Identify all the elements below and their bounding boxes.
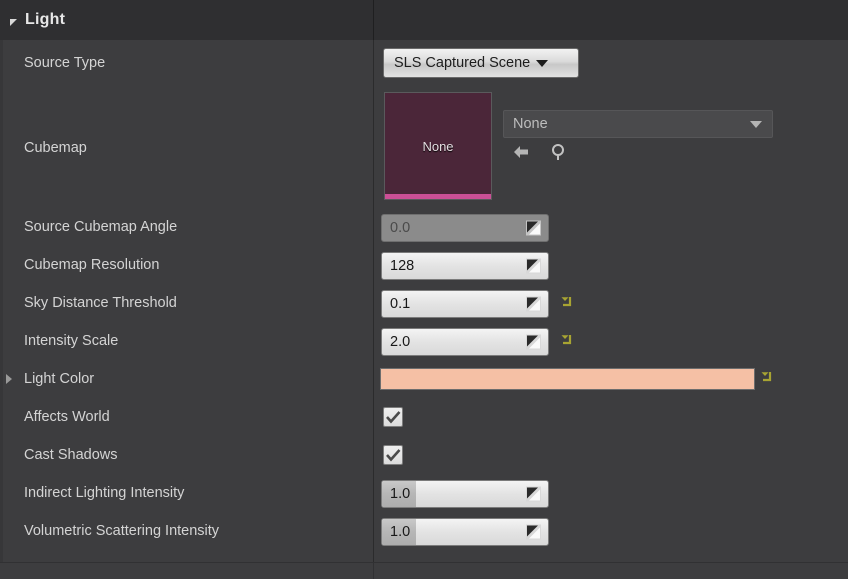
table-row: Intensity Scale 2.0 <box>0 322 848 360</box>
table-row: Source Type SLS Captured Scene <box>0 40 848 86</box>
table-row: Cast Shadows <box>0 436 848 474</box>
row-label-source-cubemap-angle: Source Cubemap Angle <box>24 219 178 235</box>
table-row: Source Cubemap Angle 0.0 <box>0 208 848 246</box>
header-column-divider <box>373 0 374 40</box>
cast-shadows-checkbox[interactable] <box>383 445 403 465</box>
drag-spinner-icon <box>526 220 541 236</box>
intensity-scale-input[interactable]: 2.0 <box>381 328 549 356</box>
row-label-cubemap-resolution: Cubemap Resolution <box>24 257 160 273</box>
cubemap-asset-picker[interactable]: None <box>503 110 773 138</box>
light-color-swatch[interactable] <box>380 368 755 390</box>
sky-distance-threshold-input[interactable]: 0.1 <box>381 290 549 318</box>
caret-down-icon <box>536 59 549 67</box>
affects-world-checkbox[interactable] <box>383 407 403 427</box>
volumetric-scattering-intensity-input[interactable]: 1.0 <box>381 518 549 546</box>
sky-distance-threshold-value: 0.1 <box>390 296 411 312</box>
row-label-light-color: Light Color <box>24 371 95 387</box>
intensity-scale-value: 2.0 <box>390 334 411 350</box>
use-selected-asset-button[interactable] <box>508 140 534 164</box>
source-cubemap-angle-input[interactable]: 0.0 <box>381 214 549 242</box>
checkmark-icon <box>386 411 401 424</box>
table-row: Sky Distance Threshold 0.1 <box>0 284 848 322</box>
indirect-lighting-intensity-value: 1.0 <box>390 486 411 502</box>
drag-spinner-icon <box>526 486 541 502</box>
drag-spinner-icon <box>526 334 541 350</box>
table-row: Light Color <box>0 360 848 398</box>
triangle-right-icon[interactable] <box>6 374 12 384</box>
thumbnail-accent-bar <box>385 194 491 199</box>
cubemap-resolution-input[interactable]: 128 <box>381 252 549 280</box>
row-label-volumetric-scattering-intensity: Volumetric Scattering Intensity <box>24 523 220 539</box>
caret-down-icon <box>750 120 762 128</box>
table-row: Affects World <box>0 398 848 436</box>
row-label-source-type: Source Type <box>24 55 106 71</box>
source-type-dropdown[interactable]: SLS Captured Scene <box>383 48 579 78</box>
category-header-light[interactable]: Light <box>0 0 848 40</box>
row-label-affects-world: Affects World <box>24 409 110 425</box>
page-title: Light <box>25 11 66 28</box>
row-label-intensity-scale: Intensity Scale <box>24 333 119 349</box>
drag-spinner-icon <box>526 524 541 540</box>
property-rows: Source Type SLS Captured Scene Cubemap N… <box>0 40 848 562</box>
magnifier-icon <box>552 144 564 160</box>
bottom-band <box>0 563 848 579</box>
details-properties-panel: Light Source Type SLS Captured Scene Cub… <box>0 0 848 579</box>
drag-spinner-icon <box>526 296 541 312</box>
triangle-down-icon <box>10 19 17 26</box>
source-cubemap-angle-value: 0.0 <box>390 220 411 236</box>
cubemap-thumbnail[interactable]: None <box>384 92 492 200</box>
table-row: Volumetric Scattering Intensity 1.0 <box>0 512 848 550</box>
volumetric-scattering-intensity-value: 1.0 <box>390 524 411 540</box>
cubemap-resolution-value: 128 <box>390 258 415 274</box>
cubemap-thumbnail-label: None <box>422 138 454 154</box>
reset-arrow-icon[interactable] <box>560 295 574 311</box>
arrow-left-icon <box>514 146 528 158</box>
drag-spinner-icon <box>526 258 541 274</box>
checkmark-icon <box>386 449 401 462</box>
reset-arrow-icon[interactable] <box>560 333 574 349</box>
row-label-indirect-lighting-intensity: Indirect Lighting Intensity <box>24 485 185 501</box>
row-label-sky-distance-threshold: Sky Distance Threshold <box>24 295 177 311</box>
table-row: Indirect Lighting Intensity 1.0 <box>0 474 848 512</box>
source-type-value: SLS Captured Scene <box>394 55 531 71</box>
browse-asset-button[interactable] <box>546 140 572 164</box>
table-row: Cubemap None None <box>0 86 848 208</box>
row-label-cast-shadows: Cast Shadows <box>24 447 118 463</box>
reset-arrow-icon[interactable] <box>760 370 774 386</box>
bottom-band-divider <box>373 563 374 579</box>
table-row: Cubemap Resolution 128 <box>0 246 848 284</box>
row-label-cubemap: Cubemap <box>24 140 87 156</box>
indirect-lighting-intensity-input[interactable]: 1.0 <box>381 480 549 508</box>
cubemap-asset-value: None <box>513 116 548 132</box>
